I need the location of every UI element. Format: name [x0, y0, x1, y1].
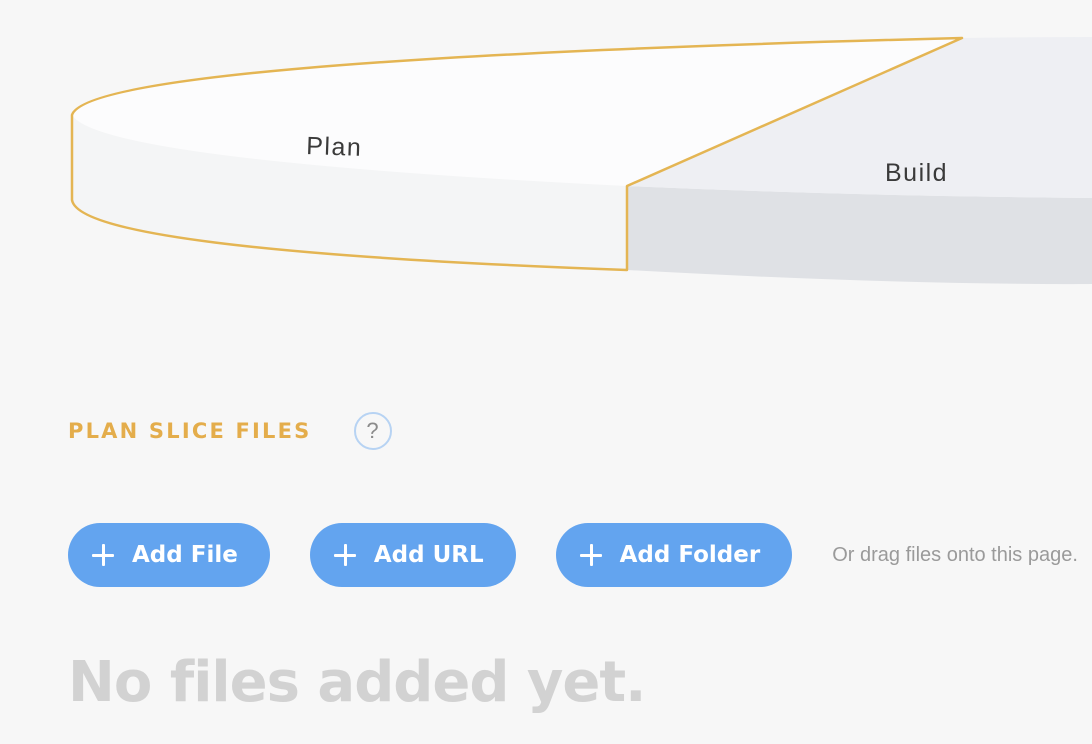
- plus-icon: [579, 544, 602, 566]
- add-folder-label: Add Folder: [619, 542, 761, 568]
- add-file-button[interactable]: Add File: [68, 523, 270, 587]
- add-folder-button[interactable]: Add Folder: [555, 523, 793, 587]
- add-url-label: Add URL: [373, 542, 484, 568]
- section-title: PLAN SLICE FILES: [68, 419, 312, 443]
- help-icon[interactable]: ?: [353, 412, 392, 450]
- plan-label: Plan: [306, 132, 363, 162]
- empty-state-message: No files added yet.: [68, 650, 646, 715]
- file-actions: Add File Add URL Add Folder Or drag file…: [68, 523, 1078, 587]
- plus-icon: [92, 544, 114, 566]
- drag-hint: Or drag files onto this page.: [832, 543, 1078, 566]
- pie-chart: Build Plan: [0, 0, 1092, 320]
- add-url-button[interactable]: Add URL: [309, 523, 516, 587]
- add-file-label: Add File: [132, 542, 238, 568]
- build-label: Build: [885, 159, 948, 187]
- plus-icon: [333, 544, 356, 566]
- section-header: PLAN SLICE FILES ?: [68, 410, 392, 452]
- build-side: [627, 186, 1092, 285]
